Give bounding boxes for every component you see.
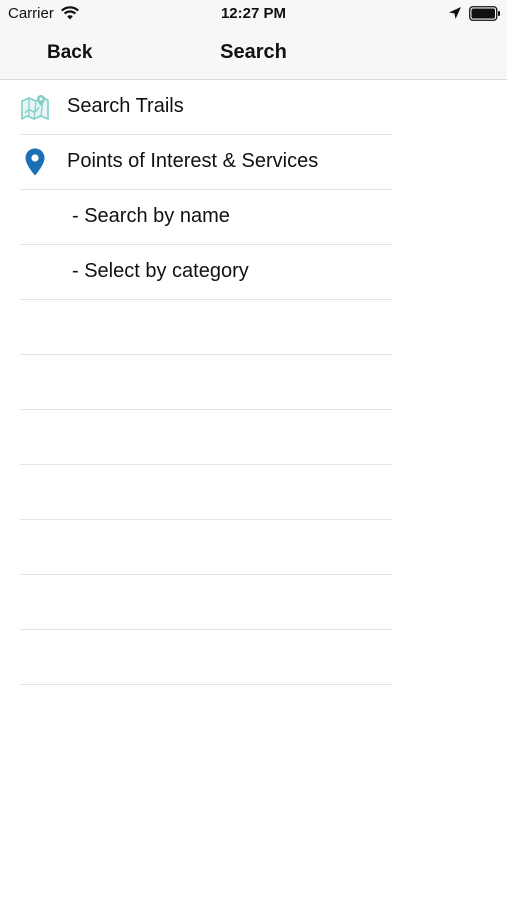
battery-icon — [469, 6, 500, 21]
page-title: Search — [220, 41, 287, 63]
search-options-list: Search Trails Points of Interest & Servi… — [0, 80, 507, 685]
list-item-select-by-category[interactable]: - Select by category — [0, 245, 507, 300]
empty-row — [0, 520, 507, 575]
list-item-label: Points of Interest & Services — [67, 150, 319, 172]
navigation-bar: Back Search — [0, 28, 507, 80]
list-item-search-trails[interactable]: Search Trails — [0, 80, 507, 135]
list-item-label: - Search by name — [72, 205, 230, 227]
row-divider — [20, 684, 392, 685]
empty-row — [0, 410, 507, 465]
map-pin-icon — [25, 148, 45, 176]
list-item-search-by-name[interactable]: - Search by name — [0, 190, 507, 245]
status-bar: Carrier 12:27 PM — [0, 0, 507, 28]
list-item-label: - Select by category — [72, 260, 249, 282]
empty-row — [0, 300, 507, 355]
list-item-label: Search Trails — [67, 95, 184, 117]
empty-row — [0, 355, 507, 410]
empty-row — [0, 465, 507, 520]
list-item-points-of-interest[interactable]: Points of Interest & Services — [0, 135, 507, 190]
empty-row — [0, 575, 507, 630]
status-time: 12:27 PM — [220, 5, 287, 22]
empty-row — [0, 630, 507, 685]
trail-map-icon — [21, 95, 49, 120]
location-arrow-icon — [449, 7, 461, 19]
